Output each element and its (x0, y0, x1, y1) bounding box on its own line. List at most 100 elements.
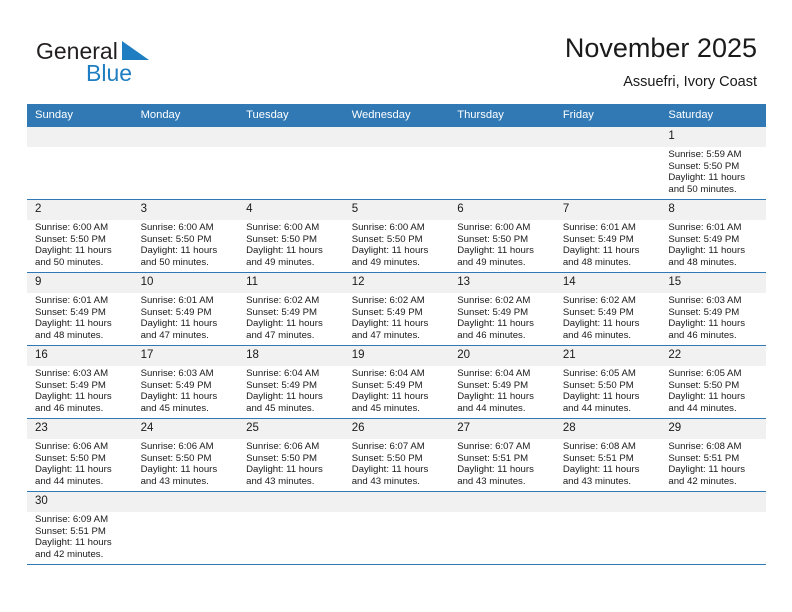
daylight-text-line1: Daylight: 11 hours (140, 318, 218, 330)
calendar-day-cell[interactable]: 26 Sunrise: 6:07 AM Sunset: 5:50 PM Dayligh… (343, 418, 450, 492)
daylight-text-line1: Daylight: 11 hours (35, 318, 112, 330)
day-sun-info: Sunrise: 6:02 AM Sunset: 5:49 PM Daylight:… (449, 293, 555, 341)
day-sun-info: Sunrise: 6:07 AM Sunset: 5:50 PM Daylight:… (344, 439, 450, 487)
daylight-text-line2: and 50 minutes. (35, 256, 104, 268)
day-number: 9 (27, 273, 133, 293)
day-sun-info: Sunrise: 6:00 AM Sunset: 5:50 PM Daylight:… (449, 220, 555, 268)
sunrise-text: Sunrise: 6:01 AM (668, 222, 742, 233)
day-number (343, 127, 450, 147)
calendar-day-cell[interactable]: 10 Sunrise: 6:01 AM Sunset: 5:49 PM Dayligh… (132, 272, 239, 346)
calendar-day-cell[interactable]: 18 Sunrise: 6:04 AM Sunset: 5:49 PM Dayligh… (238, 345, 344, 419)
sunrise-text: Sunrise: 6:03 AM (140, 368, 214, 379)
daylight-text-line1: Daylight: 11 hours (351, 245, 429, 257)
calendar-day-cell[interactable]: 17 Sunrise: 6:03 AM Sunset: 5:49 PM Dayligh… (132, 345, 239, 419)
day-sun-info: Sunrise: 6:00 AM Sunset: 5:50 PM Daylight:… (238, 220, 344, 268)
calendar-day-cell[interactable]: 27 Sunrise: 6:07 AM Sunset: 5:51 PM Dayligh… (449, 418, 555, 492)
daylight-text-line2: and 44 minutes. (457, 402, 526, 414)
day-sun-info: Sunrise: 6:08 AM Sunset: 5:51 PM Daylight:… (660, 439, 766, 487)
calendar-day-cell[interactable]: 2 Sunrise: 6:00 AM Sunset: 5:50 PM Daylight… (27, 199, 133, 273)
daylight-text-line2: and 45 minutes. (351, 402, 420, 414)
daylight-text-line2: and 44 minutes. (35, 475, 104, 487)
calendar-day-cell-empty (132, 491, 239, 565)
calendar-day-cell[interactable]: 24 Sunrise: 6:06 AM Sunset: 5:50 PM Dayligh… (132, 418, 239, 492)
day-number (449, 492, 555, 512)
calendar-day-cell[interactable]: 15 Sunrise: 6:03 AM Sunset: 5:49 PM Dayligh… (660, 272, 766, 346)
calendar-day-cell[interactable]: 29 Sunrise: 6:08 AM Sunset: 5:51 PM Dayligh… (660, 418, 766, 492)
daylight-text-line1: Daylight: 11 hours (35, 245, 112, 257)
day-sun-info: Sunrise: 6:01 AM Sunset: 5:49 PM Daylight:… (27, 293, 133, 341)
day-sun-info: Sunrise: 6:02 AM Sunset: 5:49 PM Daylight:… (344, 293, 450, 341)
daylight-text-line1: Daylight: 11 hours (35, 391, 112, 403)
sunrise-text: Sunrise: 6:03 AM (35, 368, 109, 379)
daylight-text-line1: Daylight: 11 hours (140, 245, 218, 257)
calendar-day-cell[interactable]: 3 Sunrise: 6:00 AM Sunset: 5:50 PM Daylight… (132, 199, 239, 273)
calendar-day-cell[interactable]: 5 Sunrise: 6:00 AM Sunset: 5:50 PM Daylight… (343, 199, 450, 273)
daylight-text-line2: and 45 minutes. (140, 402, 209, 414)
sunrise-text: Sunrise: 6:07 AM (351, 441, 425, 452)
day-sun-info: Sunrise: 6:07 AM Sunset: 5:51 PM Daylight:… (449, 439, 555, 487)
day-sun-info: Sunrise: 6:08 AM Sunset: 5:51 PM Daylight:… (555, 439, 661, 487)
daylight-text-line1: Daylight: 11 hours (246, 245, 323, 257)
day-number: 22 (660, 346, 766, 366)
sunrise-text: Sunrise: 6:01 AM (562, 222, 636, 233)
calendar-day-cell[interactable]: 4 Sunrise: 6:00 AM Sunset: 5:50 PM Daylight… (238, 199, 344, 273)
day-number: 8 (660, 200, 766, 220)
weekday-header-tuesday: Tuesday (238, 104, 344, 127)
daylight-text-line1: Daylight: 11 hours (562, 464, 640, 476)
daylight-text-line1: Daylight: 11 hours (562, 391, 640, 403)
calendar-day-cell-empty (343, 127, 450, 200)
calendar-day-cell[interactable]: 21 Sunrise: 6:05 AM Sunset: 5:50 PM Dayligh… (554, 345, 661, 419)
daylight-text-line1: Daylight: 11 hours (562, 245, 640, 257)
day-number (132, 492, 239, 512)
calendar-day-cell[interactable]: 14 Sunrise: 6:02 AM Sunset: 5:49 PM Dayligh… (554, 272, 661, 346)
calendar-day-cell[interactable]: 8 Sunrise: 6:01 AM Sunset: 5:49 PM Daylight… (660, 199, 766, 273)
sunset-text: Sunset: 5:50 PM (457, 233, 529, 245)
calendar-day-cell-empty (554, 127, 661, 200)
calendar-day-cell[interactable]: 19 Sunrise: 6:04 AM Sunset: 5:49 PM Dayligh… (343, 345, 450, 419)
daylight-text-line1: Daylight: 11 hours (140, 391, 218, 403)
calendar-day-cell[interactable]: 30 Sunrise: 6:09 AM Sunset: 5:51 PM Dayligh… (27, 491, 133, 565)
calendar-day-cell[interactable]: 22 Sunrise: 6:05 AM Sunset: 5:50 PM Dayligh… (660, 345, 766, 419)
calendar-day-cell-empty (238, 491, 344, 565)
calendar-week-row: 23 Sunrise: 6:06 AM Sunset: 5:50 PM Dayligh… (27, 418, 766, 492)
calendar-day-cell[interactable]: 23 Sunrise: 6:06 AM Sunset: 5:50 PM Dayligh… (27, 418, 133, 492)
day-sun-info: Sunrise: 6:00 AM Sunset: 5:50 PM Daylight:… (344, 220, 450, 268)
daylight-text-line1: Daylight: 11 hours (351, 318, 429, 330)
calendar-day-cell[interactable]: 28 Sunrise: 6:08 AM Sunset: 5:51 PM Dayligh… (554, 418, 661, 492)
daylight-text-line2: and 49 minutes. (457, 256, 526, 268)
day-number (554, 492, 661, 512)
calendar-week-row: 30 Sunrise: 6:09 AM Sunset: 5:51 PM Dayligh… (27, 491, 766, 565)
day-sun-info: Sunrise: 6:09 AM Sunset: 5:51 PM Daylight:… (27, 512, 133, 560)
day-sun-info: Sunrise: 6:04 AM Sunset: 5:49 PM Daylight:… (449, 366, 555, 414)
daylight-text-line1: Daylight: 11 hours (668, 172, 745, 184)
day-sun-info: Sunrise: 6:05 AM Sunset: 5:50 PM Daylight:… (660, 366, 766, 414)
calendar-day-cell[interactable]: 1 Sunrise: 5:59 AM Sunset: 5:50 PM Daylight… (660, 127, 766, 200)
logo-general-blue[interactable]: General Blue (36, 38, 246, 92)
calendar-day-cell[interactable]: 12 Sunrise: 6:02 AM Sunset: 5:49 PM Dayligh… (343, 272, 450, 346)
calendar-day-cell[interactable]: 7 Sunrise: 6:01 AM Sunset: 5:49 PM Daylight… (554, 199, 661, 273)
sunset-text: Sunset: 5:50 PM (246, 452, 318, 464)
daylight-text-line2: and 44 minutes. (562, 402, 632, 414)
daylight-text-line1: Daylight: 11 hours (457, 391, 534, 403)
calendar-grid: Sunday Monday Tuesday Wednesday Thursday… (27, 104, 766, 565)
calendar-day-cell-empty (238, 127, 344, 200)
day-number: 30 (27, 492, 133, 512)
calendar-day-cell[interactable]: 6 Sunrise: 6:00 AM Sunset: 5:50 PM Daylight… (449, 199, 555, 273)
day-number: 19 (343, 346, 450, 366)
calendar-day-cell[interactable]: 13 Sunrise: 6:02 AM Sunset: 5:49 PM Dayligh… (449, 272, 555, 346)
calendar-day-cell[interactable]: 9 Sunrise: 6:01 AM Sunset: 5:49 PM Daylight… (27, 272, 133, 346)
daylight-text-line1: Daylight: 11 hours (457, 245, 534, 257)
calendar-day-cell[interactable]: 16 Sunrise: 6:03 AM Sunset: 5:49 PM Dayligh… (27, 345, 133, 419)
day-sun-info: Sunrise: 6:00 AM Sunset: 5:50 PM Daylight:… (133, 220, 239, 268)
day-number (238, 127, 344, 147)
calendar-day-cell[interactable]: 20 Sunrise: 6:04 AM Sunset: 5:49 PM Dayligh… (449, 345, 555, 419)
calendar-day-cell[interactable]: 25 Sunrise: 6:06 AM Sunset: 5:50 PM Dayligh… (238, 418, 344, 492)
sunset-text: Sunset: 5:49 PM (562, 233, 634, 245)
sunset-text: Sunset: 5:49 PM (140, 306, 212, 318)
daylight-text-line2: and 43 minutes. (140, 475, 209, 487)
daylight-text-line2: and 49 minutes. (246, 256, 315, 268)
daylight-text-line1: Daylight: 11 hours (140, 464, 218, 476)
day-sun-info: Sunrise: 6:03 AM Sunset: 5:49 PM Daylight:… (133, 366, 239, 414)
calendar-day-cell[interactable]: 11 Sunrise: 6:02 AM Sunset: 5:49 PM Dayligh… (238, 272, 344, 346)
day-sun-info: Sunrise: 6:01 AM Sunset: 5:49 PM Daylight:… (555, 220, 661, 268)
